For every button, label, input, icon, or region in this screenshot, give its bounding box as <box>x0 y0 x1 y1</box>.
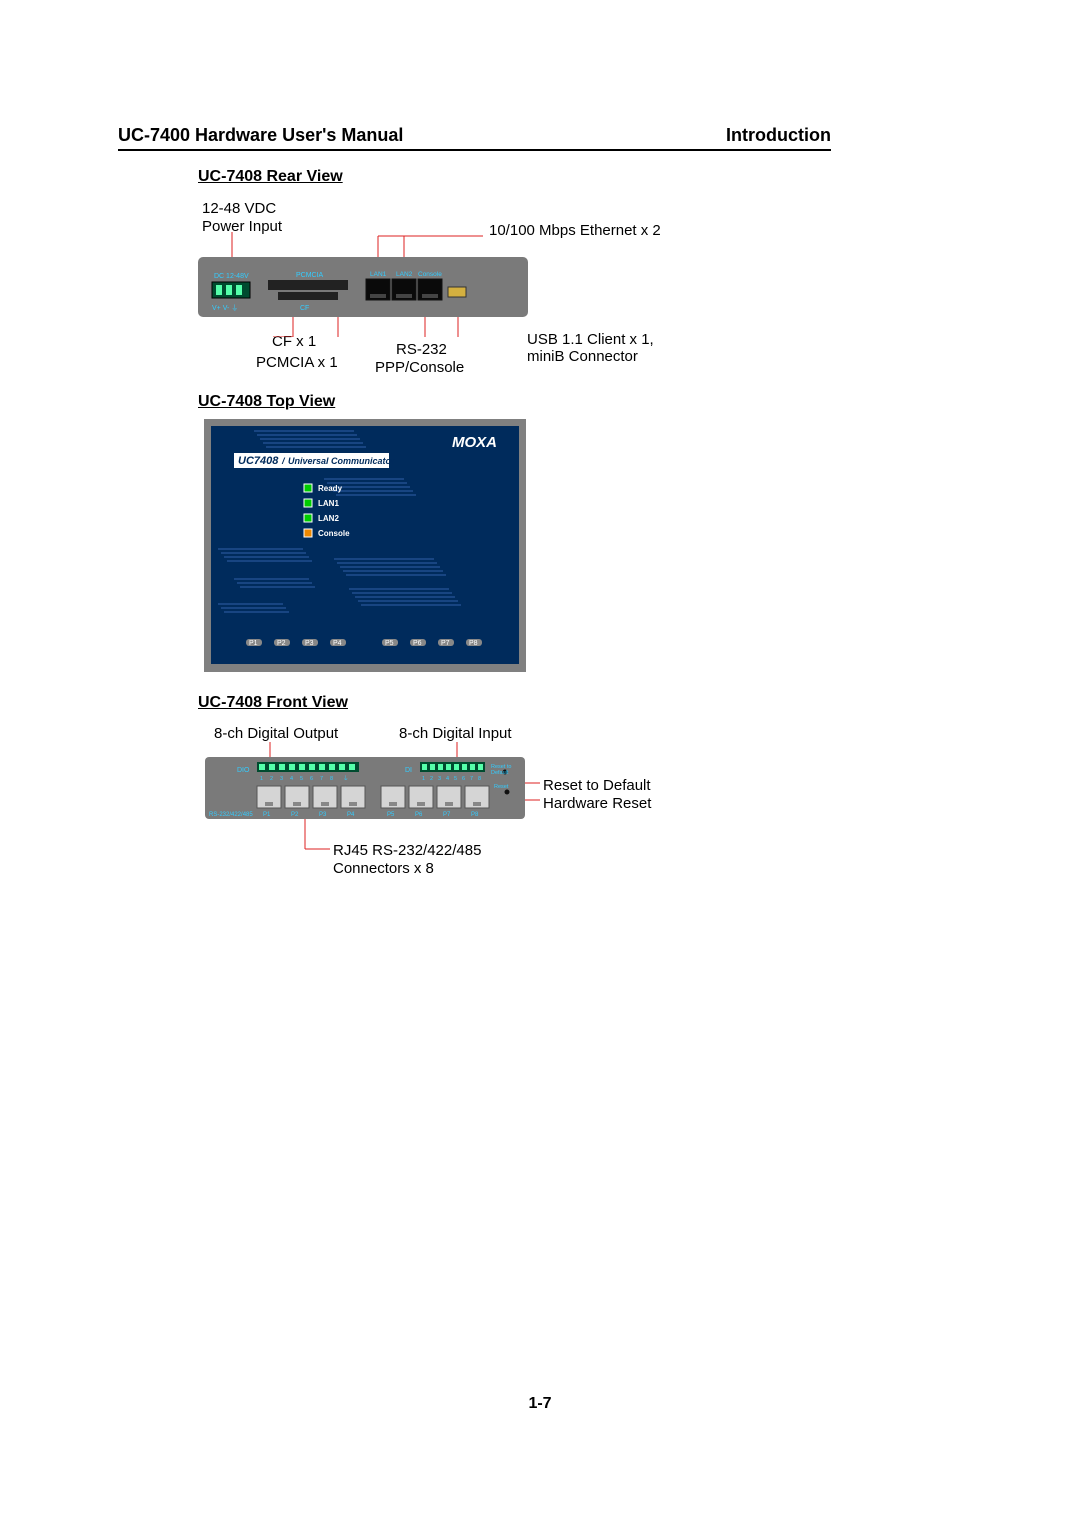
rear-panel-diagram: DC 12-48V V+ V- ⏚ PCMCIA CF LAN1 LAN2 Co… <box>198 232 598 337</box>
svg-text:LAN1: LAN1 <box>318 499 339 508</box>
svg-text:1: 1 <box>260 776 263 782</box>
svg-text:5: 5 <box>454 776 457 782</box>
section-rear-title: UC-7408 Rear View <box>198 168 343 186</box>
svg-text:3: 3 <box>280 776 283 782</box>
svg-text:P5: P5 <box>385 640 394 647</box>
svg-text:LAN1: LAN1 <box>370 271 387 278</box>
svg-text:P7: P7 <box>443 812 451 818</box>
svg-text:P8: P8 <box>471 812 479 818</box>
svg-text:P4: P4 <box>347 812 355 818</box>
svg-text:1: 1 <box>422 776 425 782</box>
page-number: 1-7 <box>0 1395 1080 1413</box>
svg-text:7: 7 <box>320 776 323 782</box>
svg-text:UC7408: UC7408 <box>238 455 279 467</box>
hw-reset-label: Hardware Reset <box>543 795 651 812</box>
front-panel-diagram: DIO 12345678⏚ DI 12345678 Reset toDefaul… <box>205 742 555 872</box>
top-panel-diagram: MOXA UC7408 / Universal Communicator Rea… <box>204 419 526 672</box>
svg-text:6: 6 <box>310 776 313 782</box>
svg-text:DC 12-48V: DC 12-48V <box>214 273 249 280</box>
svg-text:4: 4 <box>290 776 293 782</box>
svg-text:Universal Communicator: Universal Communicator <box>288 456 395 466</box>
svg-text:7: 7 <box>470 776 473 782</box>
di-label: 8-ch Digital Input <box>399 725 512 742</box>
svg-text:P6: P6 <box>413 640 422 647</box>
svg-text:8: 8 <box>330 776 333 782</box>
svg-text:P4: P4 <box>333 640 342 647</box>
rs232-label: RS-232 <box>396 341 447 358</box>
svg-text:LAN2: LAN2 <box>318 514 339 523</box>
svg-text:P6: P6 <box>415 812 423 818</box>
svg-text:6: 6 <box>462 776 465 782</box>
svg-text:P2: P2 <box>277 640 286 647</box>
svg-text:P7: P7 <box>441 640 450 647</box>
svg-text:P1: P1 <box>249 640 258 647</box>
svg-text:2: 2 <box>430 776 433 782</box>
chapter-title: Introduction <box>726 125 831 146</box>
svg-text:Default: Default <box>491 770 509 776</box>
svg-text:2: 2 <box>270 776 273 782</box>
svg-text:DI: DI <box>405 767 412 774</box>
page-header: UC-7400 Hardware User's Manual Introduct… <box>118 125 831 151</box>
svg-text:P3: P3 <box>319 812 327 818</box>
svg-text:Console: Console <box>318 529 350 538</box>
section-top-title: UC-7408 Top View <box>198 393 335 411</box>
svg-text:Reset: Reset <box>494 784 509 790</box>
svg-text:4: 4 <box>446 776 449 782</box>
svg-text:P5: P5 <box>387 812 395 818</box>
svg-text:Console: Console <box>418 271 442 278</box>
reset-default-label: Reset to Default <box>543 777 651 794</box>
svg-text:RS-232/422/485: RS-232/422/485 <box>209 812 253 818</box>
svg-text:LAN2: LAN2 <box>396 271 413 278</box>
svg-text:5: 5 <box>300 776 303 782</box>
svg-text:PCMCIA: PCMCIA <box>296 272 324 279</box>
svg-text:MOXA: MOXA <box>452 434 497 451</box>
svg-text:Ready: Ready <box>318 484 343 493</box>
svg-text:⏚: ⏚ <box>343 775 349 782</box>
svg-text:P2: P2 <box>291 812 299 818</box>
svg-text:P1: P1 <box>263 812 271 818</box>
svg-text:8: 8 <box>478 776 481 782</box>
pcmcia-label: PCMCIA x 1 <box>256 354 338 371</box>
svg-text:P8: P8 <box>469 640 478 647</box>
svg-text:V+ V- ⏚: V+ V- ⏚ <box>212 304 238 312</box>
usb-label-2: miniB Connector <box>527 348 638 365</box>
svg-text:3: 3 <box>438 776 441 782</box>
power-label-1: 12-48 VDC <box>202 200 276 217</box>
do-label: 8-ch Digital Output <box>214 725 338 742</box>
svg-text:DIO: DIO <box>237 767 250 774</box>
manual-title: UC-7400 Hardware User's Manual <box>118 125 403 146</box>
ppp-label: PPP/Console <box>375 359 464 376</box>
section-front-title: UC-7408 Front View <box>198 694 348 712</box>
svg-text:P3: P3 <box>305 640 314 647</box>
svg-text:CF: CF <box>300 305 309 312</box>
